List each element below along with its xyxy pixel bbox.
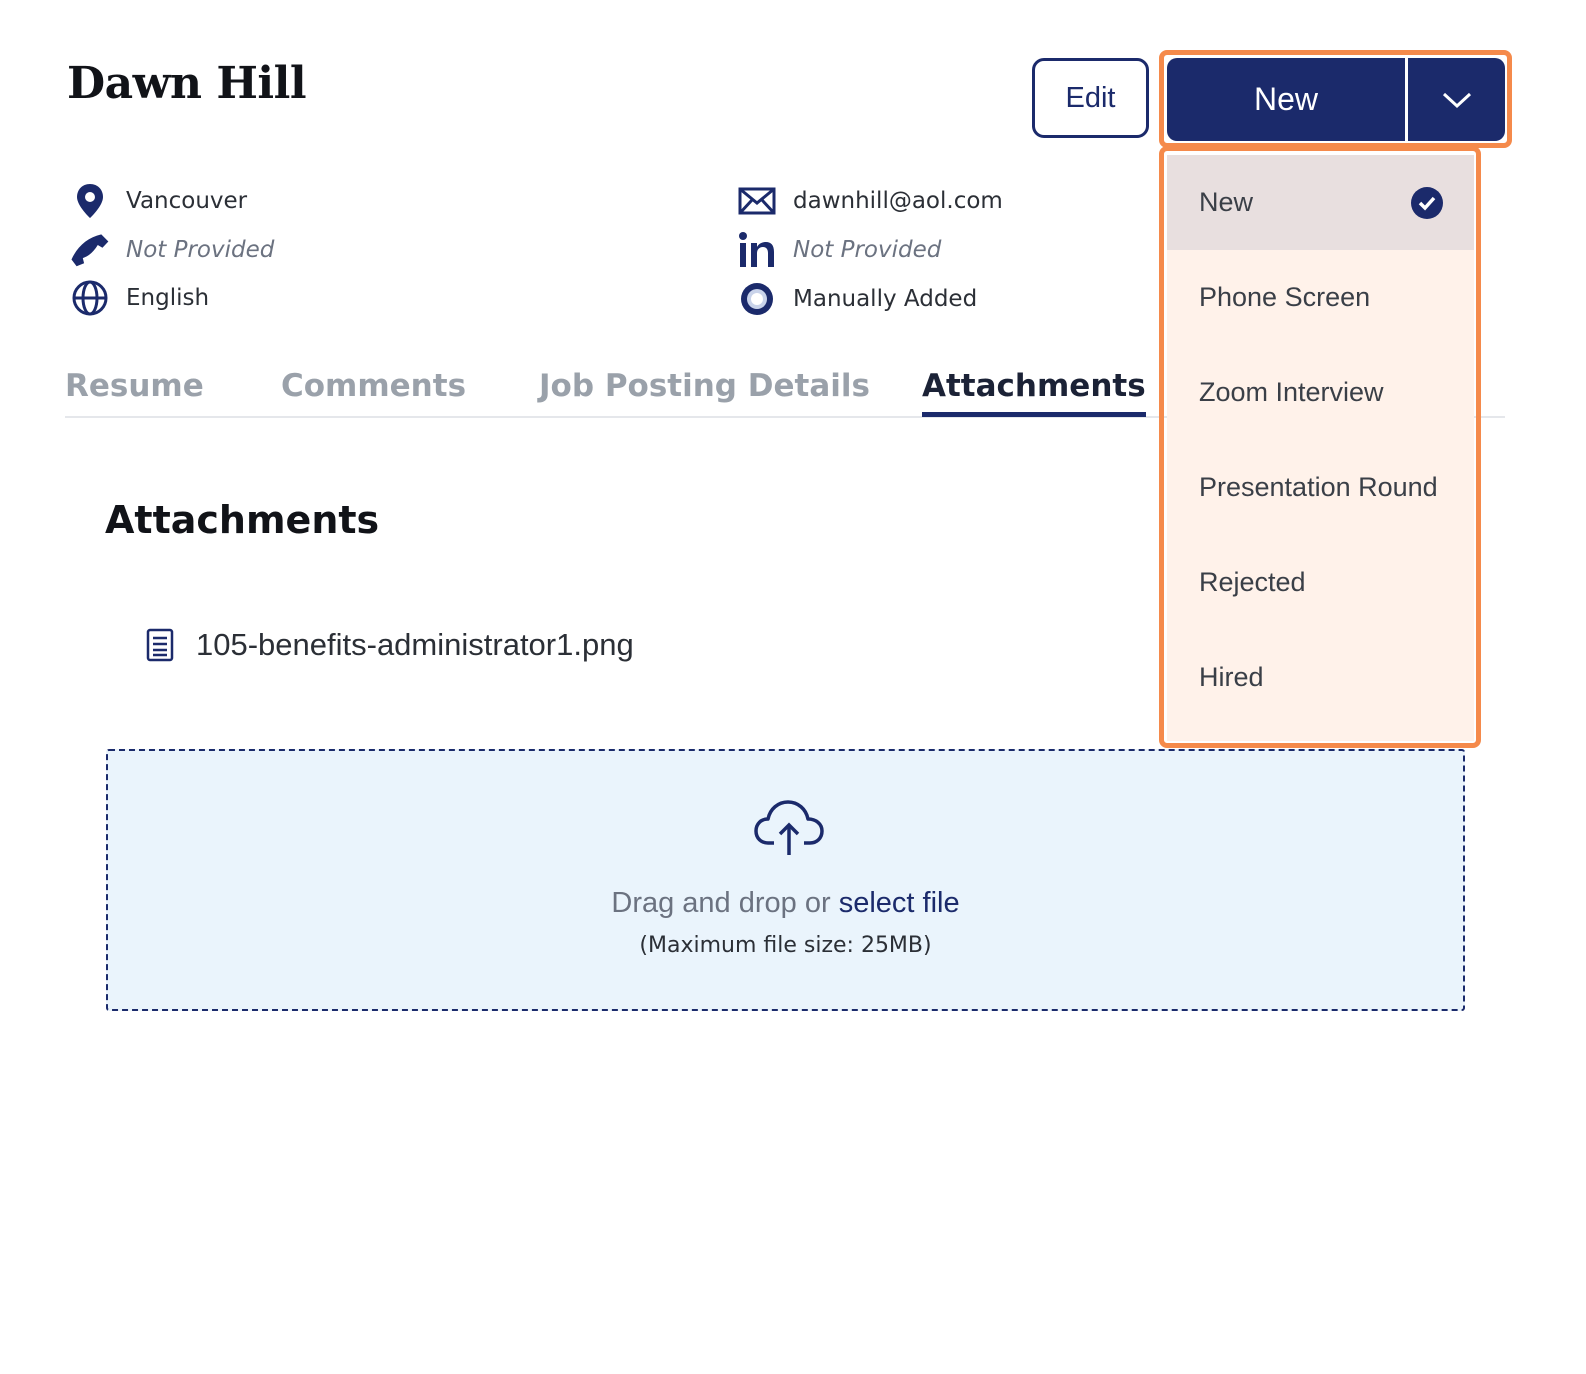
phone-text: Not Provided xyxy=(126,237,275,263)
status-option-new[interactable]: New xyxy=(1167,155,1474,250)
tab-resume[interactable]: Resume xyxy=(65,368,204,412)
linkedin-row: Not Provided xyxy=(737,230,941,270)
status-option-label: Rejected xyxy=(1199,567,1306,597)
tab-job-posting-details[interactable]: Job Posting Details xyxy=(539,368,870,412)
tab-attachments[interactable]: Attachments xyxy=(922,368,1146,417)
file-dropzone[interactable]: Drag and drop or select file (Maximum fi… xyxy=(106,749,1465,1011)
source-row: Manually Added xyxy=(737,279,977,319)
phone-row: Not Provided xyxy=(70,230,274,270)
cloud-upload-icon xyxy=(754,799,824,862)
status-option-phone-screen[interactable]: Phone Screen xyxy=(1167,250,1474,345)
status-option-label: Presentation Round xyxy=(1199,472,1438,502)
dropzone-text: Drag and drop or xyxy=(611,887,839,919)
attachment-item[interactable]: 105-benefits-administrator1.png xyxy=(142,625,634,665)
status-option-rejected[interactable]: Rejected xyxy=(1167,535,1474,630)
email-row: dawnhill@aol.com xyxy=(737,181,1003,221)
status-option-zoom-interview[interactable]: Zoom Interview xyxy=(1167,345,1474,440)
status-option-label: Zoom Interview xyxy=(1199,377,1384,407)
candidate-name: Dawn Hill xyxy=(67,58,307,109)
phone-icon xyxy=(70,230,110,270)
status-split-button: New xyxy=(1167,58,1505,141)
status-button[interactable]: New xyxy=(1167,58,1405,141)
linkedin-icon xyxy=(737,230,777,270)
language-row: English xyxy=(70,278,209,318)
email-text[interactable]: dawnhill@aol.com xyxy=(793,188,1003,214)
radio-source-icon xyxy=(737,279,777,319)
dropzone-size-limit: (Maximum file size: 25MB) xyxy=(639,933,932,958)
source-text: Manually Added xyxy=(793,286,978,312)
status-dropdown-toggle[interactable] xyxy=(1408,58,1505,141)
globe-icon xyxy=(70,278,110,318)
document-icon xyxy=(142,625,178,665)
status-option-label: Hired xyxy=(1199,662,1264,692)
map-pin-icon xyxy=(70,181,110,221)
location-text: Vancouver xyxy=(126,188,248,214)
tab-comments[interactable]: Comments xyxy=(281,368,466,412)
linkedin-text: Not Provided xyxy=(793,237,942,263)
status-option-hired[interactable]: Hired xyxy=(1167,630,1474,725)
status-option-label: New xyxy=(1199,187,1254,217)
status-option-presentation-round[interactable]: Presentation Round xyxy=(1167,440,1474,535)
attachment-filename: 105-benefits-administrator1.png xyxy=(196,627,634,662)
location-row: Vancouver xyxy=(70,181,247,221)
dropzone-instructions: Drag and drop or select file xyxy=(108,887,1463,920)
status-menu: New Phone Screen Zoom Interview Presenta… xyxy=(1167,155,1474,741)
edit-button[interactable]: Edit xyxy=(1032,58,1149,138)
check-circle-icon xyxy=(1411,186,1443,219)
attachments-heading: Attachments xyxy=(105,498,380,542)
chevron-down-icon xyxy=(1442,92,1471,108)
language-text: English xyxy=(126,285,210,311)
status-option-label: Phone Screen xyxy=(1199,282,1371,312)
select-file-link[interactable]: select file xyxy=(839,887,960,919)
envelope-icon xyxy=(737,181,777,221)
